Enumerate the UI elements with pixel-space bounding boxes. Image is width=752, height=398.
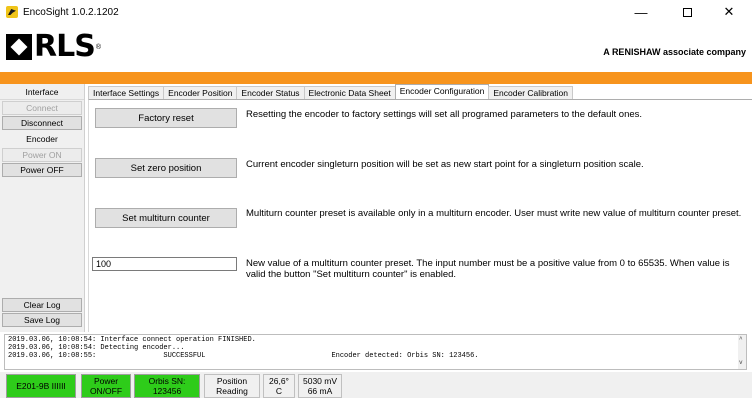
minimize-button[interactable]: —	[618, 0, 664, 24]
scroll-up-icon[interactable]: ^	[739, 336, 743, 344]
tab-encoder-position[interactable]: Encoder Position	[163, 86, 238, 99]
supply-status: 5030 mV 66 mA	[298, 374, 342, 398]
temperature-status: 26,6° C	[263, 374, 295, 398]
tab-electronic-data-sheet[interactable]: Electronic Data Sheet	[303, 86, 396, 99]
associate-prefix: A	[603, 47, 612, 57]
rls-logo: RLS ®	[6, 32, 101, 62]
power-status-line1: Power	[93, 376, 119, 386]
current-value: 66 mA	[307, 386, 333, 396]
temperature-unit: C	[275, 386, 283, 396]
tab-bar: Interface Settings Encoder Position Enco…	[88, 84, 574, 100]
log-scrollbar[interactable]: ^ v	[738, 335, 746, 369]
multiturn-preset-description: New value of a multiturn counter preset.…	[246, 258, 730, 280]
save-log-button[interactable]: Save Log	[2, 313, 82, 327]
factory-reset-button[interactable]: Factory reset	[95, 108, 237, 128]
tab-encoder-configuration[interactable]: Encoder Configuration	[394, 84, 490, 99]
multiturn-preset-input[interactable]: 100	[92, 257, 237, 271]
disconnect-button[interactable]: Disconnect	[2, 116, 82, 130]
tab-encoder-calibration[interactable]: Encoder Calibration	[488, 86, 574, 99]
sn-status-line1: Orbis SN:	[148, 376, 186, 386]
associate-suffix: associate company	[660, 47, 746, 57]
log-line: 2019.03.06, 10:08:55: SUCCESSFUL Encoder…	[8, 352, 479, 360]
rls-logo-text: RLS	[34, 29, 96, 64]
scroll-down-icon[interactable]: v	[739, 359, 743, 367]
renishaw-brand: RENISHAW	[611, 47, 661, 57]
factory-reset-description: Resetting the encoder to factory setting…	[246, 109, 643, 120]
log-line: 2019.03.06, 10:08:54: Interface connect …	[8, 336, 256, 344]
temperature-value: 26,6°	[269, 376, 289, 386]
set-zero-position-button[interactable]: Set zero position	[95, 158, 237, 178]
title-bar: EncoSight 1.0.2.1202 — ✕	[0, 0, 752, 24]
maximize-button[interactable]	[664, 0, 710, 24]
window-title: EncoSight 1.0.2.1202	[23, 6, 119, 18]
close-button[interactable]: ✕	[706, 0, 752, 24]
set-zero-description: Current encoder singleturn position will…	[246, 159, 644, 170]
connect-button[interactable]: Connect	[2, 101, 82, 115]
encoder-sn-status: Orbis SN: 123456	[134, 374, 200, 398]
position-reading-status: Position Reading	[204, 374, 260, 398]
position-status-line2: Reading	[216, 386, 248, 396]
registered-mark: ®	[95, 43, 101, 51]
encoder-configuration-panel: Factory reset Resetting the encoder to f…	[88, 99, 752, 332]
log-line: 2019.03.06, 10:08:54: Detecting encoder.…	[8, 344, 185, 352]
associate-company-text: A RENISHAW associate company	[603, 47, 746, 57]
sn-status-line2: 123456	[152, 386, 182, 396]
rls-logo-mark-icon	[6, 34, 32, 60]
sidebar: Interface Connect Disconnect Encoder Pow…	[0, 84, 85, 332]
tab-interface-settings[interactable]: Interface Settings	[88, 86, 165, 99]
power-status-line2: ON/OFF	[89, 386, 123, 396]
position-status-line1: Position	[216, 376, 248, 386]
header: RLS ® A RENISHAW associate company	[0, 24, 752, 72]
power-on-button[interactable]: Power ON	[2, 148, 82, 162]
accent-bar	[0, 72, 752, 84]
interface-status-text: E201-9B IIIIII	[16, 381, 66, 391]
maximize-icon	[682, 7, 692, 17]
clear-log-button[interactable]: Clear Log	[2, 298, 82, 312]
status-bar: E201-9B IIIIII Power ON/OFF Orbis SN: 12…	[0, 372, 752, 398]
app-logo-icon	[6, 6, 18, 18]
power-off-button[interactable]: Power OFF	[2, 163, 82, 177]
set-multiturn-counter-button[interactable]: Set multiturn counter	[95, 208, 237, 228]
interface-status: E201-9B IIIIII	[6, 374, 76, 398]
power-status[interactable]: Power ON/OFF	[81, 374, 131, 398]
voltage-value: 5030 mV	[302, 376, 338, 386]
tab-encoder-status[interactable]: Encoder Status	[236, 86, 305, 99]
interface-label: Interface	[0, 84, 84, 100]
log-panel[interactable]: 2019.03.06, 10:08:54: Interface connect …	[4, 334, 747, 370]
set-multiturn-description: Multiturn counter preset is available on…	[246, 208, 742, 219]
encoder-label: Encoder	[26, 134, 58, 144]
